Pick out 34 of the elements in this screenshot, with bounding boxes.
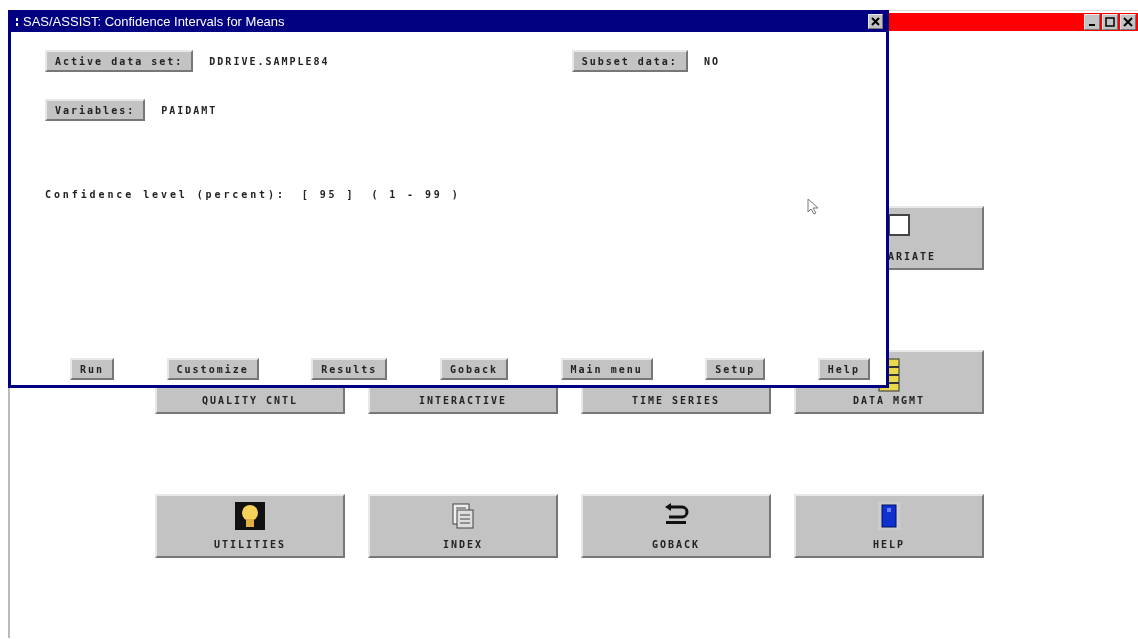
- menu-button[interactable]: INDEX: [368, 494, 558, 558]
- pointer-icon: [807, 198, 819, 215]
- document-icon: [451, 502, 475, 530]
- window-title: SAS/ASSIST: Confidence Intervals for Means: [23, 14, 286, 29]
- field-value: NO: [703, 55, 720, 67]
- action-button[interactable]: Goback: [439, 358, 509, 380]
- action-button[interactable]: Customize: [166, 358, 259, 380]
- book-icon: [878, 502, 900, 530]
- action-button[interactable]: Help: [817, 358, 870, 380]
- menu-button[interactable]: GOBACK: [581, 494, 771, 558]
- field-value: DDRIVE.SAMPLE84: [209, 55, 330, 67]
- action-button[interactable]: Results: [311, 358, 388, 380]
- light-bulb-icon: [235, 502, 265, 530]
- close-icon: [871, 17, 880, 26]
- close-button[interactable]: [868, 14, 883, 29]
- field-label: Confidence level (percent):: [45, 189, 286, 200]
- action-button[interactable]: Main menu: [560, 358, 653, 380]
- grip-icon: [13, 16, 19, 27]
- close-icon: [1123, 17, 1133, 27]
- maximize-button[interactable]: [1102, 14, 1118, 30]
- menu-button[interactable]: HELP: [794, 494, 984, 558]
- minimize-button[interactable]: [1084, 14, 1100, 30]
- range-hint: ( 1 - 99 ): [371, 189, 461, 200]
- field-value: PAIDAMT: [161, 104, 218, 116]
- close-button[interactable]: [1120, 14, 1136, 30]
- input-field[interactable]: [ 95 ]: [301, 189, 356, 200]
- maximize-icon: [1105, 17, 1115, 27]
- field-button[interactable]: Variables:: [45, 99, 146, 121]
- menu-button[interactable]: UTILITIES: [155, 494, 345, 558]
- field-button[interactable]: Active data set:: [45, 50, 194, 72]
- action-button[interactable]: Run: [70, 358, 115, 380]
- field-button[interactable]: Subset data:: [571, 50, 688, 72]
- minimize-icon: [1089, 24, 1095, 26]
- action-button[interactable]: Setup: [705, 358, 766, 380]
